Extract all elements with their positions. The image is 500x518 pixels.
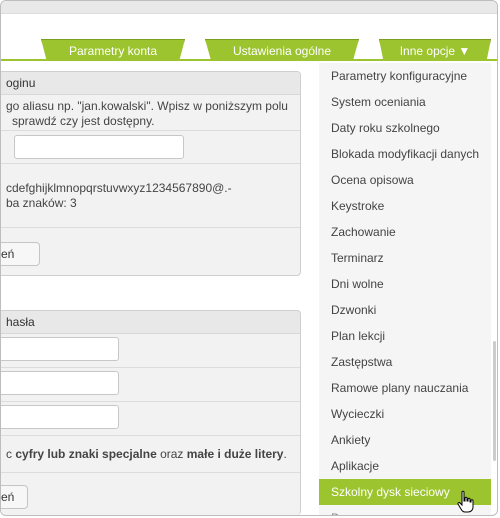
allowed-chars-text: cdefghijklmnopqrstuvwxyz1234567890@.- xyxy=(6,181,232,195)
login-panel: oginu go aliasu np. "jan.kowalski". Wpis… xyxy=(1,71,301,276)
rule-bold-2: małe i duże litery xyxy=(186,447,284,461)
min-chars-text: ba znaków: 3 xyxy=(6,196,77,210)
menu-item-dzwonki[interactable]: Dzwonki xyxy=(319,297,491,323)
menu-item-ramowe-plany[interactable]: Ramowe plany nauczania xyxy=(319,375,491,401)
menu-item-dni-wolne[interactable]: Dni wolne xyxy=(319,271,491,297)
tab-parametry-konta[interactable]: Parametry konta xyxy=(41,39,185,61)
password-rules: c cyfry lub znaki specjalne oraz małe i … xyxy=(1,436,300,473)
login-description: go aliasu np. "jan.kowalski". Wpisz w po… xyxy=(1,95,300,131)
password-row-1 xyxy=(1,334,300,368)
menu-item-wycieczki[interactable]: Wycieczki xyxy=(319,401,491,427)
menu-item-plan-lekcji[interactable]: Plan lekcji xyxy=(319,323,491,349)
alias-input-row xyxy=(1,131,300,164)
top-bar xyxy=(1,1,497,14)
alias-rules: cdefghijklmnopqrstuvwxyz1234567890@.- ba… xyxy=(1,164,300,228)
check-alias-button[interactable]: eń xyxy=(1,242,40,266)
menu-item-terminarz[interactable]: Terminarz xyxy=(319,245,491,271)
menu-item-keystroke[interactable]: Keystroke xyxy=(319,193,491,219)
password-button-row: eń xyxy=(1,473,300,513)
app-window: Parametry konta Ustawienia ogólne Inne o… xyxy=(0,0,498,516)
rule-bold-1: cyfry lub znaki specjalne xyxy=(15,447,157,461)
password-panel-header: hasła xyxy=(1,311,300,334)
menu-item-system-oceniania[interactable]: System oceniania xyxy=(319,89,491,115)
menu-item-ocena-opisowa[interactable]: Ocena opisowa xyxy=(319,167,491,193)
password-rule-text: c cyfry lub znaki specjalne oraz małe i … xyxy=(1,436,300,472)
tab-ustawienia-ogolne[interactable]: Ustawienia ogólne xyxy=(205,39,359,61)
menu-item-daty-roku-szkolnego[interactable]: Daty roku szkolnego xyxy=(319,115,491,141)
rule-suffix: . xyxy=(283,447,287,461)
login-button-row: eń xyxy=(1,228,300,275)
rule-prefix: c xyxy=(6,447,16,461)
password-row-2 xyxy=(1,368,300,402)
menu-item-parametry-konfiguracyjne[interactable]: Parametry konfiguracyjne xyxy=(319,63,491,89)
login-description-line1: go aliasu np. "jan.kowalski". Wpisz w po… xyxy=(6,99,288,113)
new-password-field[interactable] xyxy=(1,371,119,395)
menu-item-blokada-modyfikacji[interactable]: Blokada modyfikacji danych xyxy=(319,141,491,167)
hand-pointer-icon xyxy=(457,490,474,513)
login-panel-header: oginu xyxy=(1,72,300,95)
tab-underline xyxy=(1,59,497,61)
menu-item-zastepstwa[interactable]: Zastępstwa xyxy=(319,349,491,375)
confirm-password-field[interactable] xyxy=(1,405,119,429)
login-description-line2: sprawdź czy jest dostępny. xyxy=(12,114,155,128)
password-panel: hasła c cyfry lub znaki specjalne oraz m… xyxy=(1,310,301,515)
change-password-button[interactable]: eń xyxy=(1,485,28,509)
scrollbar[interactable] xyxy=(493,341,496,461)
inne-opcje-dropdown: Parametry konfiguracyjne System oceniani… xyxy=(319,63,491,515)
menu-item-zachowanie[interactable]: Zachowanie xyxy=(319,219,491,245)
rule-mid: oraz xyxy=(156,447,187,461)
tab-inne-opcje[interactable]: Inne opcje ▼ xyxy=(379,39,491,61)
password-row-3 xyxy=(1,402,300,436)
menu-item-aplikacje[interactable]: Aplikacje xyxy=(319,453,491,479)
current-password-field[interactable] xyxy=(1,337,119,361)
menu-item-ankiety[interactable]: Ankiety xyxy=(319,427,491,453)
alias-input[interactable] xyxy=(14,135,184,159)
